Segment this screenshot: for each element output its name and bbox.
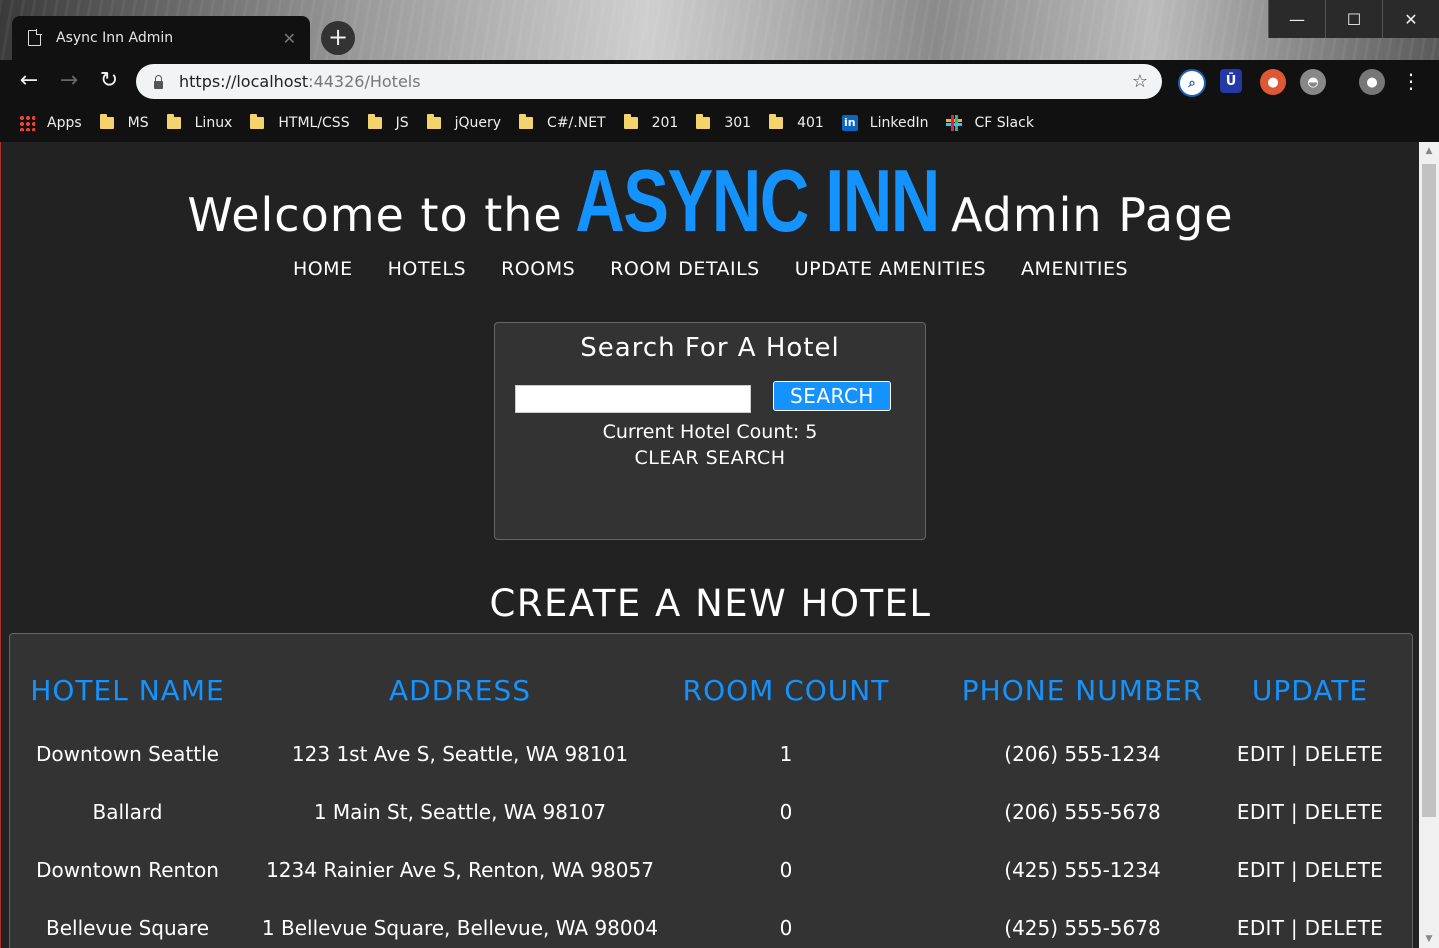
welcome-suffix: Admin Page xyxy=(950,188,1234,242)
table-cell-address: 1 Main St, Seattle, WA 98107 xyxy=(313,800,607,824)
nav-hotels[interactable]: HOTELS xyxy=(388,258,467,280)
apps-grid-icon xyxy=(19,114,35,131)
column-header-update: UPDATE xyxy=(1251,674,1369,707)
bookmark-html-css[interactable]: HTML/CSS xyxy=(250,113,350,131)
browser-chrome: Async Inn Admin ✕ + — ☐ ✕ ← → ↻ https://… xyxy=(0,0,1439,142)
folder-icon xyxy=(519,113,534,129)
back-arrow-icon[interactable]: ← xyxy=(16,68,42,94)
browser-toolbar: ← → ↻ https://localhost:44326/Hotels ☆ ⌕… xyxy=(0,60,1439,103)
bookmark-cf-slack[interactable]: CF Slack xyxy=(946,114,1034,131)
column-header-address: ADDRESS xyxy=(389,674,531,707)
scroll-down-icon[interactable]: ▼ xyxy=(1419,930,1439,948)
edit-delete-links[interactable]: EDIT | DELETE xyxy=(1225,742,1395,766)
folder-icon xyxy=(696,113,711,129)
edit-delete-links[interactable]: EDIT | DELETE xyxy=(1225,916,1395,940)
nav-update-amenities[interactable]: UPDATE AMENITIES xyxy=(795,258,986,280)
table-cell-phone: (425) 555-5678 xyxy=(1004,916,1161,940)
search-title: Search For A Hotel xyxy=(580,333,840,363)
page-header: Welcome to the ASYNC INN Admin Page xyxy=(1,150,1420,252)
address-bar[interactable]: https://localhost:44326/Hotels ☆ xyxy=(136,64,1162,99)
main-nav: HOME HOTELS ROOMS ROOM DETAILS UPDATE AM… xyxy=(1,258,1420,280)
column-header-phone-number: PHONE NUMBER xyxy=(961,674,1204,707)
forward-arrow-icon[interactable]: → xyxy=(56,68,82,94)
table-cell-room-count: 1 xyxy=(779,742,793,766)
column-header-hotel-name: HOTEL NAME xyxy=(30,674,225,707)
nav-home[interactable]: HOME xyxy=(293,258,353,280)
create-hotel-link[interactable]: CREATE A NEW HOTEL xyxy=(1,582,1420,625)
table-cell-room-count: 0 xyxy=(779,916,793,940)
welcome-prefix: Welcome to the xyxy=(187,188,563,242)
hotel-count: Current Hotel Count: 5 xyxy=(602,421,818,443)
brand-logo-text: ASYNC INN xyxy=(575,151,940,250)
ublock-extension-icon[interactable]: Ū xyxy=(1220,69,1242,93)
close-window-icon[interactable]: ✕ xyxy=(1382,0,1439,38)
table-cell-address: 123 1st Ave S, Seattle, WA 98101 xyxy=(291,742,629,766)
search-input[interactable] xyxy=(515,385,751,413)
table-cell-phone: (425) 555-1234 xyxy=(1004,858,1161,882)
tab-close-icon[interactable]: ✕ xyxy=(283,29,296,48)
nav-amenities[interactable]: AMENITIES xyxy=(1021,258,1128,280)
edit-delete-links[interactable]: EDIT | DELETE xyxy=(1225,800,1395,824)
tab-title: Async Inn Admin xyxy=(56,30,174,46)
bookmark-linkedin[interactable]: in LinkedIn xyxy=(841,114,928,131)
clear-search-link[interactable]: CLEAR SEARCH xyxy=(495,447,925,469)
nav-rooms[interactable]: ROOMS xyxy=(501,258,575,280)
slack-icon xyxy=(946,114,963,131)
scrollbar-thumb[interactable] xyxy=(1422,164,1436,817)
nav-room-details[interactable]: ROOM DETAILS xyxy=(610,258,760,280)
folder-icon xyxy=(99,113,114,129)
new-tab-button[interactable]: + xyxy=(321,21,355,55)
folder-icon xyxy=(250,113,265,129)
table-cell-room-count: 0 xyxy=(779,858,793,882)
window-controls: — ☐ ✕ xyxy=(1268,0,1439,38)
bookmark-401[interactable]: 401 xyxy=(769,113,824,131)
bookmark-linux[interactable]: Linux xyxy=(166,113,232,131)
table-cell-hotel-name: Bellevue Square xyxy=(45,916,210,940)
page-icon xyxy=(28,29,42,46)
bookmark-ms[interactable]: MS xyxy=(99,113,149,131)
bookmark-star-icon[interactable]: ☆ xyxy=(1132,71,1148,92)
bookmark-csharp-dotnet[interactable]: C#/.NET xyxy=(519,113,606,131)
table-cell-address: 1234 Rainier Ave S, Renton, WA 98057 xyxy=(266,858,654,882)
lock-icon xyxy=(154,74,163,89)
bookmark-apps[interactable]: Apps xyxy=(19,114,82,131)
edit-delete-links[interactable]: EDIT | DELETE xyxy=(1225,858,1395,882)
bookmark-js[interactable]: JS xyxy=(367,113,409,131)
maximize-icon[interactable]: ☐ xyxy=(1325,0,1382,38)
folder-icon xyxy=(367,113,382,129)
bookmark-jquery[interactable]: jQuery xyxy=(426,113,501,131)
extension-icon[interactable]: ◓ xyxy=(1300,69,1326,95)
page-viewport: Welcome to the ASYNC INN Admin Page HOME… xyxy=(0,142,1420,948)
folder-icon xyxy=(623,113,638,129)
folder-icon xyxy=(166,113,181,129)
hotels-table: HOTEL NAME ADDRESS ROOM COUNT PHONE NUMB… xyxy=(9,633,1413,948)
table-cell-hotel-name: Ballard xyxy=(92,800,163,824)
bookmark-201[interactable]: 201 xyxy=(623,113,678,131)
table-cell-room-count: 0 xyxy=(779,800,793,824)
reload-icon[interactable]: ↻ xyxy=(96,68,122,94)
table-cell-address: 1 Bellevue Square, Bellevue, WA 98004 xyxy=(261,916,659,940)
search-extension-icon[interactable]: ⌕ xyxy=(1178,69,1206,97)
linkedin-icon: in xyxy=(841,114,858,131)
folder-icon xyxy=(769,113,784,129)
search-button[interactable]: SEARCH xyxy=(773,381,891,411)
table-cell-hotel-name: Downtown Renton xyxy=(36,858,219,882)
url-text[interactable]: https://localhost:44326/Hotels xyxy=(179,72,1132,91)
bookmark-301[interactable]: 301 xyxy=(696,113,751,131)
browser-tab[interactable]: Async Inn Admin ✕ xyxy=(12,16,310,60)
page-scrollbar[interactable]: ▲ ▼ xyxy=(1419,142,1439,948)
folder-icon xyxy=(426,113,441,129)
table-cell-phone: (206) 555-5678 xyxy=(1004,800,1161,824)
tab-strip: Async Inn Admin ✕ + — ☐ ✕ xyxy=(0,0,1439,60)
table-cell-phone: (206) 555-1234 xyxy=(1004,742,1161,766)
column-header-room-count: ROOM COUNT xyxy=(682,674,890,707)
duckduckgo-extension-icon[interactable]: ● xyxy=(1260,69,1286,95)
bookmarks-bar: Apps MS Linux HTML/CSS JS jQuery C#/.NET… xyxy=(0,103,1439,142)
minimize-icon[interactable]: — xyxy=(1268,0,1325,38)
table-cell-hotel-name: Downtown Seattle xyxy=(36,742,219,766)
profile-avatar[interactable]: ● xyxy=(1359,69,1385,95)
scroll-up-icon[interactable]: ▲ xyxy=(1419,142,1439,160)
menu-dots-icon[interactable]: ⋮ xyxy=(1398,68,1424,94)
search-panel: Search For A Hotel SEARCH Current Hotel … xyxy=(494,322,926,540)
